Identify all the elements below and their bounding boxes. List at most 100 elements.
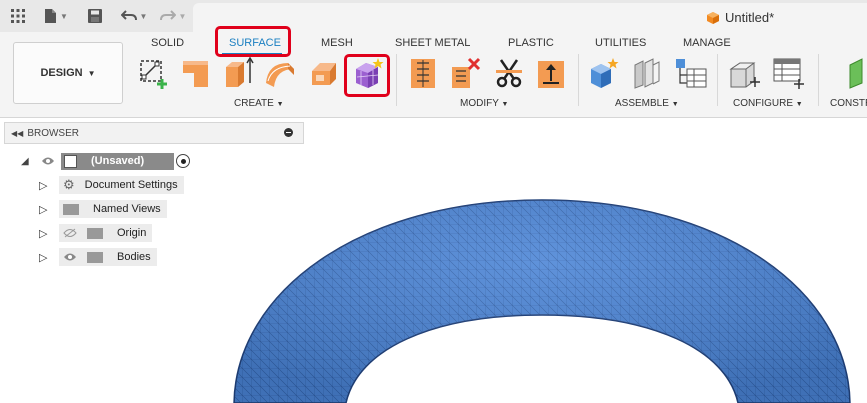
chevron-down-icon: ▼	[795, 101, 803, 108]
patch-icon	[312, 63, 336, 85]
redo-icon	[159, 10, 176, 21]
construct-group-label: CONSTR	[830, 98, 867, 109]
construct-group-menu[interactable]: CONSTR	[830, 98, 867, 109]
file-menu-button[interactable]: ▼	[41, 7, 71, 25]
chevron-down-icon: ▼	[501, 101, 509, 108]
save-icon	[88, 9, 102, 23]
revolve-icon	[226, 56, 254, 87]
browser-root-node[interactable]: ◢ (Unsaved)	[21, 152, 191, 170]
file-icon	[45, 9, 57, 23]
offset-plane-button[interactable]	[846, 57, 867, 89]
tab-utilities[interactable]: UTILITIES	[595, 37, 646, 49]
new-component-button[interactable]	[589, 57, 621, 89]
extrude-button[interactable]	[180, 57, 212, 89]
eye-icon[interactable]	[63, 252, 79, 262]
joint-button[interactable]	[631, 57, 663, 89]
expand-triangle-icon[interactable]: ▷	[39, 251, 53, 264]
table-icon	[676, 59, 707, 88]
toolbar-ribbon: DESIGN ▼ SOLID SURFACE MESH SHEET METAL …	[0, 26, 867, 118]
group-divider	[818, 54, 819, 106]
joint-icon	[634, 58, 660, 89]
expand-triangle-icon[interactable]: ▷	[39, 203, 53, 216]
press-pull-button[interactable]	[535, 57, 567, 89]
expand-triangle-icon[interactable]: ▷	[39, 179, 53, 192]
collapse-panel-icon[interactable]: ◀◀	[11, 129, 23, 138]
eye-hidden-icon[interactable]	[63, 228, 79, 238]
configuration-table-icon	[773, 58, 804, 89]
root-component-label: (Unsaved)	[91, 155, 145, 167]
revolve-button[interactable]	[222, 56, 254, 89]
scissors-icon	[496, 59, 522, 88]
split-body-button[interactable]	[493, 57, 525, 89]
create-form-highlight	[344, 54, 390, 97]
sweep-button[interactable]	[264, 57, 296, 89]
browser-item-origin[interactable]: ▷ Origin	[39, 224, 153, 242]
delete-icon	[452, 57, 481, 88]
create-sketch-button[interactable]	[138, 57, 170, 89]
document-title: Untitled*	[706, 10, 774, 25]
undo-button[interactable]: ▼	[119, 7, 149, 25]
configure-group-label: CONFIGURE	[733, 98, 793, 109]
undo-icon	[120, 10, 137, 21]
save-button[interactable]	[87, 7, 103, 25]
browser-item-label: Named Views	[93, 203, 161, 215]
chevron-down-icon: ▼	[178, 11, 187, 21]
folder-icon	[87, 251, 103, 263]
tab-plastic[interactable]: PLASTIC	[508, 37, 554, 49]
activate-radio-icon[interactable]	[176, 154, 191, 168]
folder-icon	[87, 227, 103, 239]
browser-item-label: Origin	[117, 227, 147, 239]
chevron-down-icon: ▼	[671, 101, 679, 108]
browser-minimize-icon[interactable]	[284, 128, 293, 137]
expand-triangle-icon[interactable]: ▷	[39, 227, 53, 240]
browser-item-label: Document Settings	[84, 179, 178, 191]
assembly-table-button[interactable]	[675, 57, 707, 89]
create-group-menu[interactable]: CREATE ▼	[234, 98, 284, 109]
configure-group-menu[interactable]: CONFIGURE ▼	[733, 98, 803, 109]
component-icon	[707, 11, 719, 24]
configuration-table-button[interactable]	[772, 57, 804, 89]
chevron-down-icon: ▼	[87, 68, 96, 78]
grid-menu-icon[interactable]	[10, 7, 26, 25]
redo-button[interactable]: ▼	[158, 7, 188, 25]
delete-face-button[interactable]	[449, 57, 481, 89]
create-group-label: CREATE	[234, 98, 274, 109]
folder-icon	[63, 203, 79, 215]
group-divider	[396, 54, 397, 106]
chevron-down-icon: ▼	[276, 101, 284, 108]
configure-icon	[729, 62, 760, 88]
group-divider	[578, 54, 579, 106]
chevron-down-icon: ▼	[139, 11, 148, 21]
eye-icon[interactable]	[41, 156, 57, 166]
browser-item-named-views[interactable]: ▷ Named Views	[39, 200, 167, 218]
browser-item-document-settings[interactable]: ▷ ⚙ Document Settings	[39, 176, 184, 194]
press-pull-icon	[538, 61, 564, 88]
new-component-icon	[591, 58, 619, 88]
group-divider	[717, 54, 718, 106]
sketch-icon	[140, 60, 167, 89]
surface-tab-highlight	[215, 26, 291, 57]
browser-title: BROWSER	[27, 127, 79, 139]
torus-mesh-body[interactable]	[233, 199, 851, 403]
tab-sheet-metal[interactable]: SHEET METAL	[395, 37, 470, 49]
tab-solid[interactable]: SOLID	[151, 37, 184, 49]
thicken-button[interactable]	[407, 57, 439, 89]
browser-panel-header: ◀◀ BROWSER	[4, 122, 304, 144]
component-icon	[64, 154, 77, 168]
thicken-icon	[411, 59, 435, 88]
browser-item-label: Bodies	[117, 251, 151, 263]
document-title-text: Untitled*	[725, 10, 775, 25]
plane-icon	[849, 58, 863, 89]
assemble-group-menu[interactable]: ASSEMBLE ▼	[615, 98, 679, 109]
tab-manage[interactable]: MANAGE	[683, 37, 731, 49]
tab-mesh[interactable]: MESH	[321, 37, 353, 49]
modify-group-menu[interactable]: MODIFY ▼	[460, 98, 508, 109]
modify-group-label: MODIFY	[460, 98, 499, 109]
collapse-triangle-icon[interactable]: ◢	[21, 156, 35, 167]
workspace-switcher[interactable]: DESIGN ▼	[13, 42, 123, 104]
gear-icon: ⚙	[63, 177, 75, 192]
extrude-icon	[183, 61, 208, 87]
browser-item-bodies[interactable]: ▷ Bodies	[39, 248, 157, 266]
configure-button[interactable]	[728, 57, 760, 89]
patch-button[interactable]	[306, 57, 338, 89]
